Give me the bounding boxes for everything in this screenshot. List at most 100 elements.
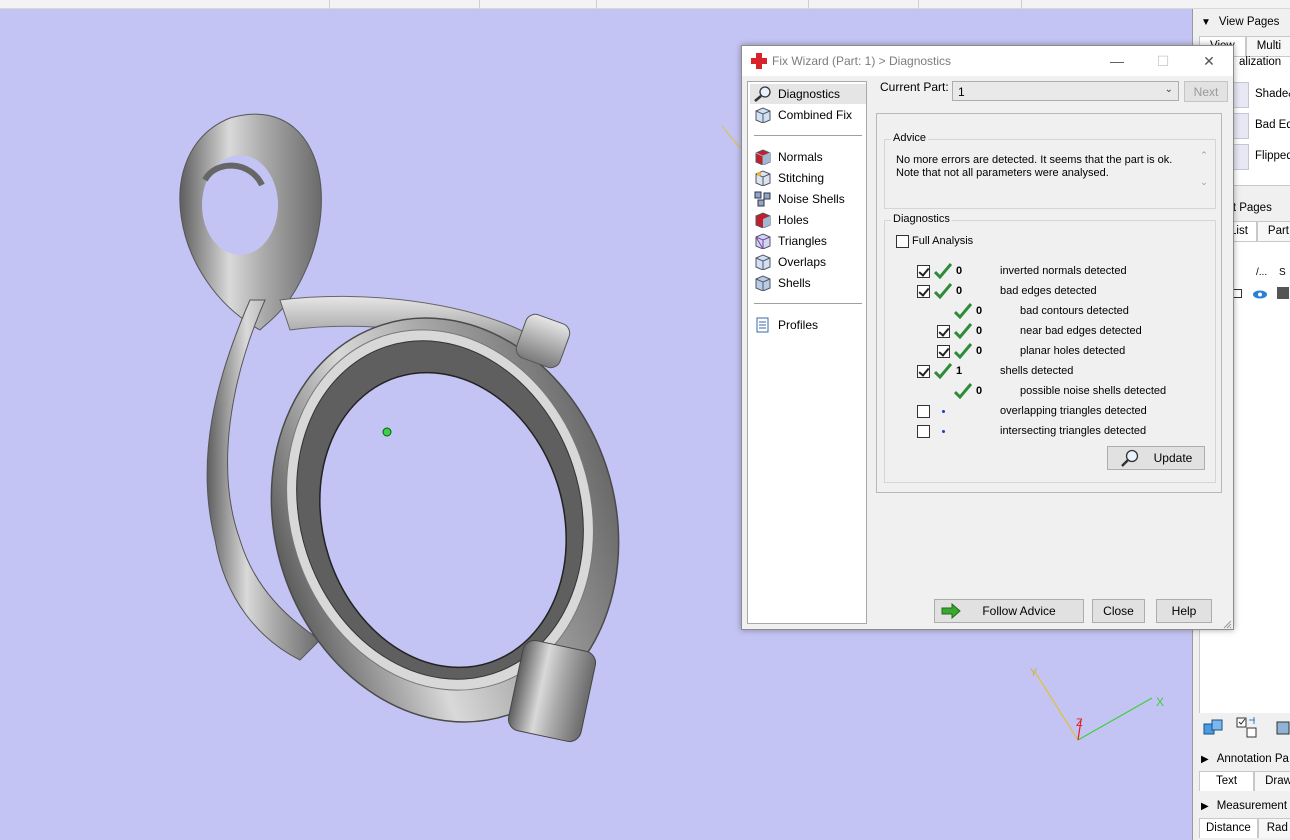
overlaps-icon	[754, 254, 772, 271]
nav-item-stitching[interactable]: Stitching	[750, 168, 866, 188]
eye-icon[interactable]	[1253, 288, 1267, 299]
row-checkbox[interactable]	[917, 405, 930, 418]
row-label: intersecting triangles detected	[1000, 425, 1147, 437]
profiles-icon	[754, 317, 772, 333]
row-label: inverted normals detected	[1000, 265, 1127, 277]
x-axis-label: X	[1156, 695, 1164, 709]
row-count: 0	[976, 305, 983, 317]
row-label: overlapping triangles detected	[1000, 405, 1147, 417]
visualization-label: alization	[1239, 56, 1282, 68]
measurement-header[interactable]: ▶ Measurement	[1193, 795, 1290, 817]
row-label: bad contours detected	[1020, 305, 1129, 317]
scroll-down-icon[interactable]: ⌄	[1197, 177, 1211, 188]
row-checkbox[interactable]	[937, 345, 950, 358]
cube-icon[interactable]	[1273, 716, 1290, 740]
nav-item-combined-fix[interactable]: Combined Fix	[750, 105, 866, 125]
row-label: planar holes detected	[1020, 345, 1126, 357]
nav-separator	[754, 303, 862, 304]
toolbar-tab[interactable]	[480, 0, 597, 9]
part-toolbar	[1199, 713, 1290, 743]
current-part-value: 1	[958, 85, 965, 99]
diagnostics-legend: Diagnostics	[891, 213, 952, 225]
nav-item-holes[interactable]: Holes	[750, 210, 866, 230]
close-button[interactable]: Close	[1092, 599, 1145, 623]
fix-wizard-dialog: Fix Wizard (Part: 1) > Diagnostics — ☐ ✕…	[741, 45, 1234, 630]
row-count: 1	[956, 365, 963, 377]
tab-text[interactable]: Text	[1199, 771, 1255, 791]
resize-grip-icon[interactable]	[1222, 618, 1232, 629]
full-analysis-checkbox[interactable]	[896, 235, 909, 248]
measurement-tabs: Distance Rad	[1199, 818, 1290, 838]
row-checkbox[interactable]	[917, 365, 930, 378]
solid-cube-icon[interactable]	[1277, 287, 1289, 299]
close-window-button[interactable]: ✕	[1186, 46, 1232, 76]
row-checkbox[interactable]	[917, 285, 930, 298]
normals-icon	[754, 149, 772, 166]
holes-icon	[754, 212, 772, 229]
select-toggle-icon[interactable]	[1235, 716, 1259, 740]
nav-item-normals[interactable]: Normals	[750, 147, 866, 167]
diagnostics-panel: Advice No more errors are detected. It s…	[876, 113, 1222, 493]
row-checkbox[interactable]	[917, 265, 930, 278]
nav-item-diagnostics[interactable]: Diagnostics	[750, 84, 866, 104]
tab-multi[interactable]: Multi	[1245, 36, 1290, 56]
stitching-icon	[754, 170, 772, 187]
help-button[interactable]: Help	[1156, 599, 1212, 623]
expand-triangle-icon: ▶	[1201, 800, 1209, 812]
toolbar-tab[interactable]	[597, 0, 809, 9]
row-checkbox[interactable]	[917, 425, 930, 438]
noise-shells-icon	[754, 191, 772, 207]
tab-distance[interactable]: Distance	[1199, 818, 1258, 838]
flipped-label: Flipped	[1255, 150, 1290, 162]
current-part-select[interactable]: 1 ⌄	[952, 81, 1179, 101]
column-header-s[interactable]: S	[1279, 267, 1286, 278]
dialog-titlebar[interactable]: Fix Wizard (Part: 1) > Diagnostics — ☐ ✕	[742, 46, 1233, 76]
top-toolbar-strip	[0, 0, 1290, 9]
minimize-button[interactable]: —	[1094, 46, 1140, 76]
row-label: near bad edges detected	[1020, 325, 1142, 337]
maximize-button[interactable]: ☐	[1140, 46, 1186, 76]
ok-check-icon	[953, 343, 973, 360]
row-label: possible noise shells detected	[1020, 385, 1167, 397]
part-checkbox[interactable]	[1233, 289, 1242, 298]
tab-drawing[interactable]: Drawi	[1254, 771, 1290, 791]
nav-item-shells[interactable]: Shells	[750, 273, 866, 293]
row-checkbox[interactable]	[937, 325, 950, 338]
advice-scrollbar[interactable]: ⌃ ⌄	[1197, 150, 1211, 198]
follow-advice-button[interactable]: Follow Advice	[934, 599, 1084, 623]
toolbar-tab[interactable]	[330, 0, 480, 9]
pending-dot-icon	[942, 410, 945, 413]
scroll-up-icon[interactable]: ⌃	[1197, 150, 1211, 161]
shade-label: Shade&	[1255, 88, 1290, 100]
full-analysis-label: Full Analysis	[912, 235, 974, 247]
dialog-title: Fix Wizard (Part: 1) > Diagnostics	[772, 54, 952, 68]
row-count: 0	[956, 265, 963, 277]
shells-icon	[754, 275, 772, 292]
advice-text: No more errors are detected. It seems th…	[896, 154, 1173, 179]
tab-part[interactable]: Part	[1256, 221, 1290, 241]
nav-item-triangles[interactable]: Triangles	[750, 231, 866, 251]
view-pages-header[interactable]: ▼ View Pages	[1193, 11, 1290, 33]
ok-check-icon	[953, 323, 973, 340]
bad-edges-label: Bad Edg	[1255, 119, 1290, 131]
ok-check-icon	[933, 283, 953, 300]
x-axis-line	[1077, 697, 1153, 741]
y-axis-line	[1034, 671, 1079, 741]
diagnostics-group: Diagnostics Full Analysis 0 inverted nor…	[884, 213, 1216, 483]
update-button[interactable]: Update	[1107, 446, 1205, 470]
z-axis-label: Z	[1076, 717, 1083, 729]
toolbar-tab[interactable]	[919, 0, 1022, 9]
cube-fix-icon	[754, 107, 772, 124]
toolbar-tab[interactable]	[809, 0, 919, 9]
next-button[interactable]: Next	[1184, 81, 1228, 102]
column-header-visibility[interactable]: /...	[1256, 267, 1267, 278]
nav-item-noise-shells[interactable]: Noise Shells	[750, 189, 866, 209]
annotation-pages-header[interactable]: ▶ Annotation Pa	[1193, 748, 1290, 770]
nav-item-profiles[interactable]: Profiles	[750, 315, 866, 335]
cubes-icon[interactable]	[1202, 716, 1226, 740]
fix-wizard-icon	[751, 53, 767, 69]
nav-item-overlaps[interactable]: Overlaps	[750, 252, 866, 272]
tab-radius[interactable]: Rad	[1257, 818, 1290, 838]
toolbar-tab[interactable]	[0, 0, 330, 9]
current-part-label: Current Part:	[880, 80, 949, 94]
